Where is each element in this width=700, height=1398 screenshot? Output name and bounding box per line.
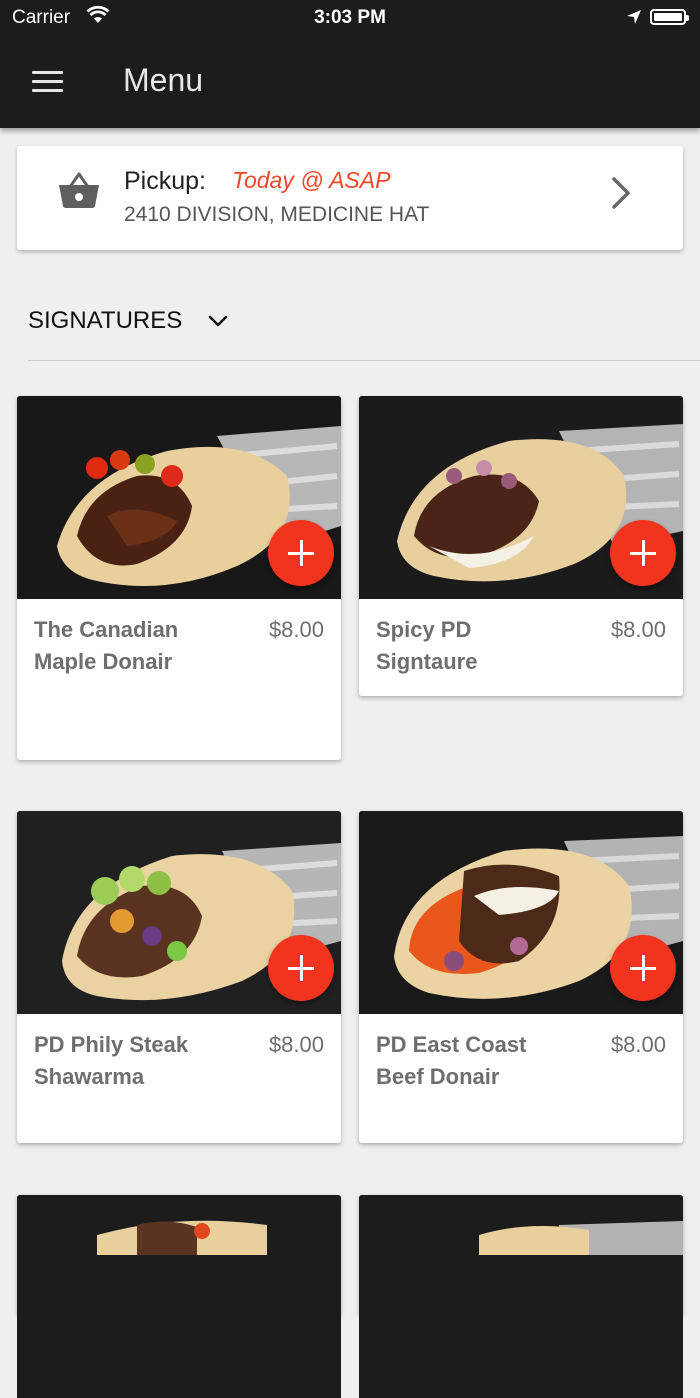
battery-icon (650, 9, 689, 25)
category-dropdown[interactable]: SIGNATURES (28, 307, 182, 335)
menu-item-card[interactable]: PD Phily Steak Shawarma $8.00 (17, 811, 341, 1143)
item-name: PD East Coast Beef Donair (376, 1032, 527, 1089)
item-price: $8.00 (610, 617, 666, 642)
item-price: $8.00 (268, 1032, 324, 1057)
item-name: Spicy PD Signtaure (376, 617, 478, 674)
menu-item-card[interactable]: The Canadian Maple Donair $8.00 (17, 396, 341, 760)
add-to-cart-button[interactable] (610, 935, 676, 1001)
food-image (17, 1195, 341, 1398)
pickup-address: 2410 DIVISION, MEDICINE HAT (124, 203, 430, 226)
section-divider (28, 360, 700, 361)
item-price: $8.00 (610, 1032, 666, 1057)
menu-item-card[interactable]: PD East Coast Beef Donair $8.00 (359, 811, 683, 1143)
pickup-time: Today @ ASAP (232, 167, 391, 193)
pickup-card[interactable]: Pickup: Today @ ASAP 2410 DIVISION, MEDI… (17, 146, 683, 250)
item-name: The Canadian Maple Donair (34, 617, 179, 674)
hamburger-icon[interactable] (32, 69, 64, 95)
location-arrow-icon (627, 10, 641, 24)
menu-item-card[interactable] (359, 1195, 683, 1398)
chevron-right-icon (612, 177, 630, 209)
page-title: Menu (123, 62, 204, 98)
menu-item-card[interactable]: Spicy PD Signtaure $8.00 (359, 396, 683, 696)
item-price: $8.00 (268, 617, 324, 642)
item-name: PD Phily Steak Shawarma (34, 1032, 189, 1089)
pickup-label: Pickup: (124, 167, 206, 195)
food-image (359, 1195, 683, 1398)
basket-icon (59, 172, 99, 208)
add-to-cart-button[interactable] (610, 520, 676, 586)
add-to-cart-button[interactable] (268, 520, 334, 586)
status-bar: Carrier 3:03 PM (0, 0, 700, 36)
add-to-cart-button[interactable] (268, 935, 334, 1001)
menu-item-card[interactable] (17, 1195, 341, 1398)
chevron-down-icon[interactable] (207, 314, 229, 328)
status-time: 3:03 PM (314, 7, 386, 28)
top-bar: Carrier 3:03 PM Menu (0, 0, 700, 128)
